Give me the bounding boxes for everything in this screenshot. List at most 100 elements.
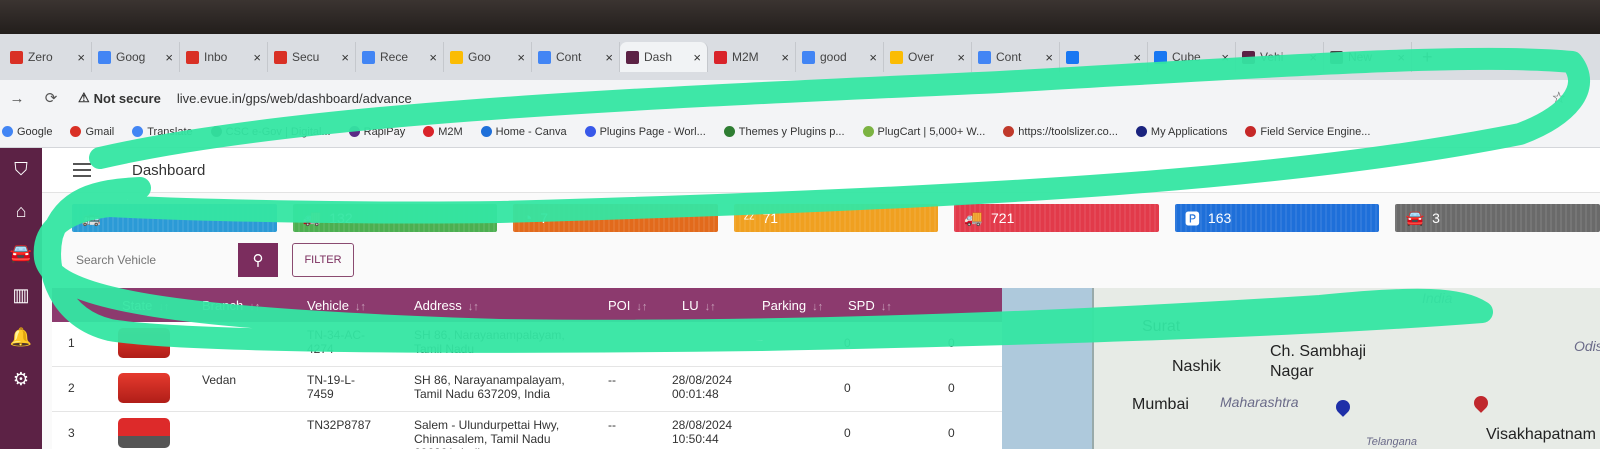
close-icon[interactable]: × [1133,50,1141,65]
column-header[interactable]: POI ↓↑ [608,298,647,313]
map-panel[interactable]: Surat Nashik Ch. Sambhaji Nagar Mumbai V… [1002,288,1600,449]
bell-icon[interactable]: 🔔 [0,316,42,358]
close-icon[interactable]: × [165,50,173,65]
browser-tab[interactable]: × [1060,42,1148,72]
home-icon[interactable]: ⌂ [0,190,42,232]
browser-tab[interactable]: Zero × [4,42,92,72]
search-button[interactable]: ⚲ [238,243,278,277]
close-icon[interactable]: × [429,50,437,65]
close-icon[interactable]: × [957,50,965,65]
status-card[interactable]: 🅿 163 [1174,204,1380,232]
table-row[interactable]: 2 Vedan TN-19-L- 7459 SH 86, Narayanampalay… [52,367,1002,412]
browser-tab[interactable]: Rece × [356,42,444,72]
bookmark-item[interactable]: RapiPay [348,126,405,138]
column-header[interactable]: State ↓↑ [122,298,169,313]
close-icon[interactable]: × [341,50,349,65]
bookmark-item[interactable]: Field Service Engine... [1245,126,1370,138]
table-row[interactable]: 3 TN32P8787 Salem - Ulundurpettai Hwy, Chi… [52,412,1002,449]
close-icon[interactable]: × [1045,50,1053,65]
browser-tab[interactable]: Secu × [268,42,356,72]
bookmark-label: Translate [147,125,193,138]
column-header[interactable]: Branch ↓↑ [202,298,260,313]
status-card[interactable]: ᶻᶻ 71 [733,204,939,232]
close-icon[interactable]: × [77,50,85,65]
browser-tab[interactable]: Goog × [92,42,180,72]
browser-tab[interactable]: Cube × [1148,42,1236,72]
browser-tab[interactable]: Inbo × [180,42,268,72]
sort-icon[interactable]: ↓↑ [158,301,169,313]
browser-tab[interactable]: Over × [884,42,972,72]
sort-icon[interactable]: ↓↑ [705,301,716,313]
cell-address: SH 86, Narayanampalayam, Tamil Nadu 6372… [414,373,565,401]
url-field[interactable]: live.evue.in/gps/web/dashboard/advance [177,91,412,106]
browser-tab[interactable]: M2M × [708,42,796,72]
tab-title: Cube [1172,50,1201,64]
column-header[interactable]: Vehicle ↓↑ [307,298,366,313]
sort-icon[interactable]: ↓↑ [468,301,479,313]
close-icon[interactable]: × [693,50,701,65]
bookmark-item[interactable]: PlugCart | 5,000+ W... [862,126,985,138]
column-header[interactable]: SPD ↓↑ [848,298,892,313]
browser-tab[interactable]: Cont × [532,42,620,72]
reload-icon[interactable]: ⟳ [34,89,68,107]
browser-tab[interactable]: Cont × [972,42,1060,72]
close-icon[interactable]: × [253,50,261,65]
menu-icon[interactable] [62,155,102,185]
close-icon[interactable]: × [605,50,613,65]
close-icon[interactable]: × [781,50,789,65]
new-tab-icon[interactable]: + [1412,47,1443,68]
tab-title: Cont [556,50,582,64]
bookmark-item[interactable]: My Applications [1135,126,1227,138]
bookmark-item[interactable]: https://toolslizer.co... [1003,126,1118,138]
close-icon[interactable]: × [1221,50,1229,65]
bookmark-item[interactable]: Plugins Page - Worl... [584,126,706,138]
forward-icon[interactable]: → [0,90,34,107]
close-icon[interactable]: × [1309,50,1317,65]
bookmark-item[interactable]: Home - Canva [480,125,567,138]
sort-icon[interactable]: ↓↑ [249,301,260,313]
close-icon[interactable]: × [1397,50,1405,65]
chart-icon[interactable]: ▥ [0,274,42,316]
gmail-icon [10,50,23,64]
not-secure-indicator[interactable]: ⚠ Not secure [78,90,161,106]
bookmark-item[interactable]: Translate [132,125,193,138]
bookmark-label: Home - Canva [495,125,567,138]
column-header[interactable]: Parking ↓↑ [762,298,823,313]
gear-icon[interactable]: ⚙ [0,358,42,400]
bookmark-star-icon[interactable]: ☆ [1552,88,1566,108]
table-row[interactable]: 1 TN-34-AC- 4274 SH 86, Narayanampalayam, … [52,322,1002,367]
status-card[interactable]: 🚚 721 [954,204,1159,232]
tab-title: Zero [28,50,53,64]
column-header[interactable]: LU ↓↑ [682,298,716,313]
status-card[interactable]: 🚘 3 [1395,204,1600,232]
bookmark-item[interactable]: M2M [423,126,463,138]
bookmark-item[interactable]: Google [2,126,52,138]
browser-tab[interactable]: Goo × [444,42,532,72]
sort-icon[interactable]: ↓↑ [355,301,366,313]
map-label-mumbai: Mumbai [1132,396,1189,413]
browser-tab[interactable]: good × [796,42,884,72]
browser-tab[interactable]: Vehi × [1236,42,1324,72]
status-card[interactable]: 🚚 132 [292,204,498,232]
sort-icon[interactable]: ↓↑ [636,301,647,313]
google-icon [802,50,815,64]
bookmark-item[interactable]: CSC e-Gov | Digital... [210,126,331,138]
status-card[interactable]: ◔ 7 [513,204,718,232]
search-vehicle-input[interactable] [72,243,238,277]
sort-icon[interactable]: ↓↑ [812,301,823,313]
toolslizer-icon [1003,126,1015,137]
close-icon[interactable]: × [517,50,525,65]
sort-icon[interactable]: ↓↑ [881,301,892,313]
bookmark-item[interactable]: Gmail [70,126,114,138]
column-header[interactable]: Address ↓↑ [414,298,479,313]
filter-button[interactable]: FILTER [292,243,354,277]
cell-spd: 0 [948,381,955,395]
close-icon[interactable]: × [869,50,877,65]
status-card[interactable]: 🚌 [72,204,277,232]
bookmark-item[interactable]: Themes y Plugins p... [723,126,845,138]
browser-tab[interactable]: New × [1324,42,1412,72]
browser-tab[interactable]: Dash × [620,42,708,72]
map-region-telangana: Telangana [1366,436,1417,448]
map-label-sambhaji-nagar: Ch. Sambhaji Nagar [1270,343,1367,380]
car-icon[interactable]: 🚘 [0,232,42,274]
